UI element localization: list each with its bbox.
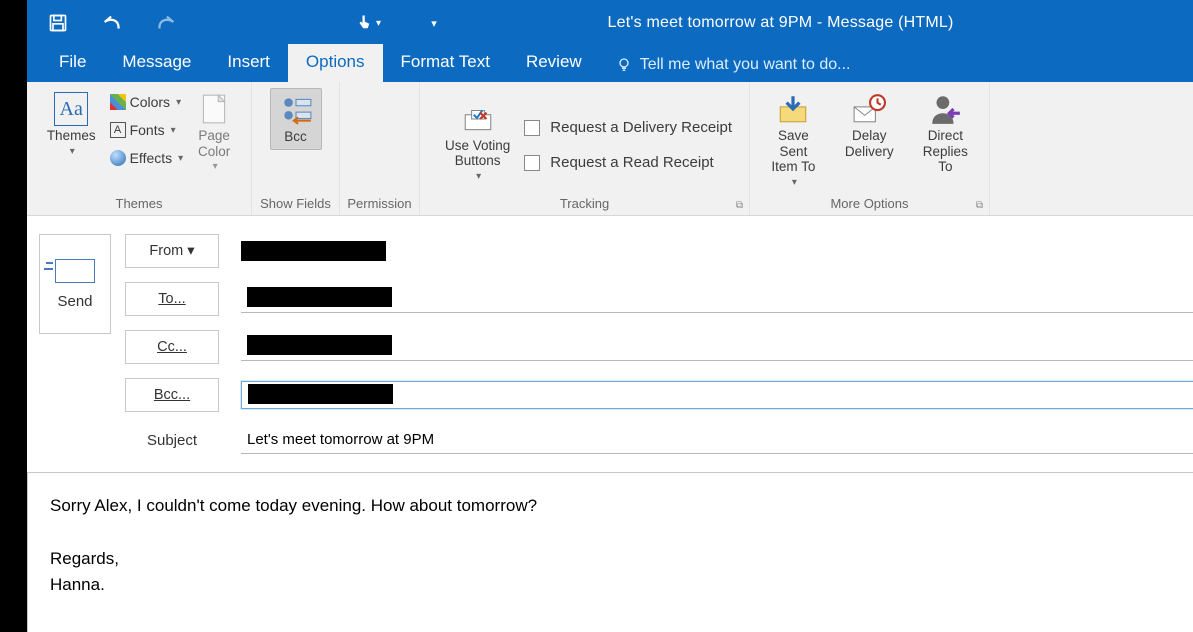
- group-more-options: Save Sent Item To Delay Delivery Direct …: [750, 82, 990, 215]
- effects-button[interactable]: Effects: [110, 146, 184, 170]
- compose-header: Send From ▾ user0@example.com To... user…: [27, 216, 1193, 454]
- read-receipt-label: Request a Read Receipt: [550, 154, 713, 171]
- message-body[interactable]: Sorry Alex, I couldn't come today evenin…: [27, 472, 1193, 632]
- group-permission: Permission: [340, 82, 420, 215]
- colors-label: Colors: [130, 94, 170, 110]
- checkbox-icon: [524, 120, 540, 136]
- ribbon-options: Aa Themes Colors A Fonts Effects: [27, 82, 1193, 216]
- from-value: user0@example.com: [241, 241, 386, 261]
- save-sent-item-to-button[interactable]: Save Sent Item To: [756, 88, 831, 192]
- from-button[interactable]: From ▾: [125, 234, 219, 268]
- cc-value: user2@example.com: [247, 335, 392, 355]
- bcc-value: user3@example.com: [248, 384, 393, 404]
- outlook-compose-window: ▾ ▾ Let's meet tomorrow at 9PM - Message…: [27, 0, 1193, 625]
- voting-icon: [461, 102, 495, 136]
- cc-field[interactable]: user2@example.com: [241, 333, 1193, 361]
- window-title: Let's meet tomorrow at 9PM - Message (HT…: [447, 14, 1193, 32]
- subject-label: Subject: [125, 432, 219, 449]
- envelope-icon: [55, 259, 95, 283]
- delivery-receipt-label: Request a Delivery Receipt: [550, 119, 732, 136]
- save-sent-label: Save Sent Item To: [764, 128, 823, 175]
- use-voting-buttons[interactable]: Use Voting Buttons: [437, 98, 518, 187]
- fonts-icon: A: [110, 122, 126, 138]
- request-read-receipt[interactable]: Request a Read Receipt: [524, 154, 732, 171]
- voting-label: Use Voting Buttons: [445, 138, 510, 169]
- body-line: Hanna.: [50, 572, 1180, 598]
- redo-icon[interactable]: [153, 10, 179, 36]
- title-bar: ▾ ▾ Let's meet tomorrow at 9PM - Message…: [27, 0, 1193, 46]
- cc-button[interactable]: Cc...: [125, 330, 219, 364]
- themes-button[interactable]: Aa Themes: [39, 88, 104, 161]
- fonts-button[interactable]: A Fonts: [110, 118, 184, 142]
- group-label-tracking: Tracking: [560, 196, 609, 215]
- send-label: Send: [57, 293, 92, 310]
- direct-label: Direct Replies To: [916, 128, 975, 175]
- tell-me-placeholder: Tell me what you want to do...: [640, 56, 851, 74]
- lightbulb-icon: [616, 57, 632, 73]
- bcc-field[interactable]: user3@example.com: [241, 381, 1193, 409]
- delay-icon: [852, 92, 886, 126]
- bcc-label: Bcc: [284, 129, 307, 145]
- page-color-button[interactable]: Page Color: [189, 88, 239, 177]
- dialog-launcher-icon[interactable]: ⧉: [736, 200, 743, 211]
- tab-insert[interactable]: Insert: [209, 44, 288, 82]
- group-label-themes: Themes: [116, 196, 163, 215]
- colors-button[interactable]: Colors: [110, 90, 184, 114]
- quick-access-toolbar: ▾ ▾: [45, 10, 447, 36]
- group-label-more-options: More Options: [830, 196, 908, 215]
- tab-options[interactable]: Options: [288, 44, 383, 82]
- page-color-label: Page Color: [198, 128, 230, 159]
- effects-label: Effects: [130, 150, 173, 166]
- group-show-fields: Bcc Show Fields: [252, 82, 340, 215]
- colors-icon: [110, 94, 126, 110]
- effects-icon: [110, 150, 126, 166]
- delay-label: Delay Delivery: [845, 128, 894, 159]
- to-value: user1@example.com: [247, 287, 392, 307]
- bcc-button[interactable]: Bcc...: [125, 378, 219, 412]
- body-line: Sorry Alex, I couldn't come today evenin…: [50, 493, 1180, 519]
- tell-me-search[interactable]: Tell me what you want to do...: [600, 48, 867, 82]
- group-label-show-fields: Show Fields: [260, 196, 331, 215]
- tab-format-text[interactable]: Format Text: [383, 44, 508, 82]
- group-label-permission: Permission: [347, 196, 411, 215]
- request-delivery-receipt[interactable]: Request a Delivery Receipt: [524, 119, 732, 136]
- delay-delivery-button[interactable]: Delay Delivery: [837, 88, 902, 163]
- tab-message[interactable]: Message: [104, 44, 209, 82]
- bcc-button[interactable]: Bcc: [270, 88, 322, 150]
- subject-field[interactable]: [241, 426, 1193, 454]
- ribbon-tabs: File Message Insert Options Format Text …: [27, 46, 1193, 82]
- group-themes: Aa Themes Colors A Fonts Effects: [27, 82, 252, 215]
- tab-review[interactable]: Review: [508, 44, 600, 82]
- undo-icon[interactable]: [99, 10, 125, 36]
- touch-mode-icon[interactable]: ▾: [355, 10, 381, 36]
- fonts-label: Fonts: [130, 122, 165, 138]
- direct-replies-icon: [928, 92, 962, 126]
- body-line: Regards,: [50, 546, 1180, 572]
- checkbox-icon: [524, 155, 540, 171]
- save-icon[interactable]: [45, 10, 71, 36]
- send-button[interactable]: Send: [39, 234, 111, 334]
- group-tracking: Use Voting Buttons Request a Delivery Re…: [420, 82, 750, 215]
- direct-replies-to-button[interactable]: Direct Replies To: [908, 88, 983, 179]
- tab-file[interactable]: File: [41, 44, 104, 82]
- from-field[interactable]: user0@example.com: [241, 241, 1193, 261]
- bcc-icon: [279, 93, 313, 127]
- themes-label: Themes: [47, 128, 96, 144]
- save-sent-icon: [776, 92, 810, 126]
- to-field[interactable]: user1@example.com: [241, 285, 1193, 313]
- from-label: From: [149, 243, 183, 259]
- dialog-launcher-icon[interactable]: ⧉: [976, 200, 983, 211]
- to-button[interactable]: To...: [125, 282, 219, 316]
- page-color-icon: [197, 92, 231, 126]
- customize-qat-icon[interactable]: ▾: [421, 10, 447, 36]
